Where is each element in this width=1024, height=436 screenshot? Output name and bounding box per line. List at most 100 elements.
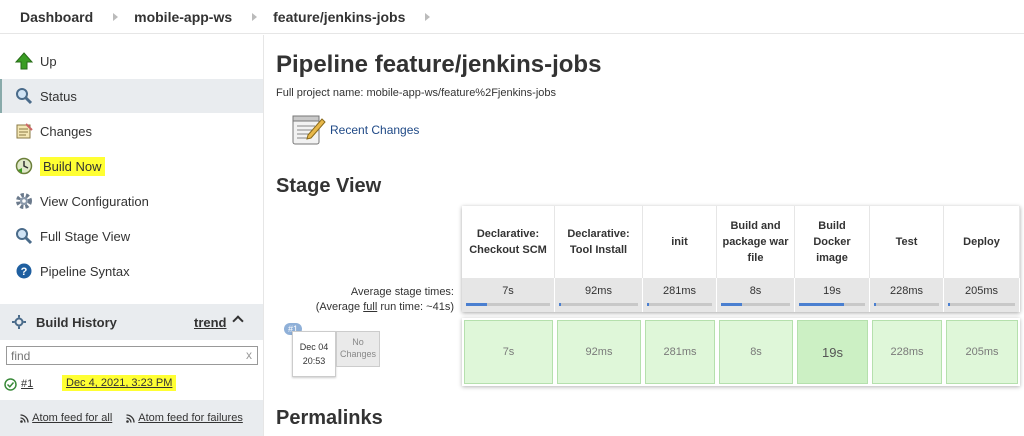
task-view-configuration[interactable]: View Configuration bbox=[0, 184, 263, 218]
build-find-input[interactable] bbox=[7, 347, 237, 364]
stage-average: 205ms bbox=[944, 278, 1020, 312]
notepad-icon bbox=[290, 113, 326, 147]
task-pipeline-syntax[interactable]: ? Pipeline Syntax bbox=[0, 254, 263, 288]
build-find-field[interactable]: x bbox=[6, 346, 258, 365]
build-number-link[interactable]: #1 bbox=[21, 378, 33, 390]
task-changes[interactable]: Changes bbox=[0, 114, 263, 148]
trend-link[interactable]: trend bbox=[194, 315, 227, 330]
avg-progress-bar bbox=[721, 303, 790, 306]
task-up[interactable]: Up bbox=[0, 44, 263, 78]
clear-find-icon[interactable]: x bbox=[246, 348, 252, 362]
stage-header: Declarative: Tool Install bbox=[555, 206, 643, 278]
task-label: View Configuration bbox=[40, 193, 149, 209]
stage-header: Deploy bbox=[944, 206, 1020, 278]
stage-view-table: Declarative: Checkout SCM Declarative: T… bbox=[276, 206, 1020, 386]
stage-header: init bbox=[643, 206, 717, 278]
build-clock-icon bbox=[14, 156, 34, 176]
build-history-header: Build History trend bbox=[0, 304, 263, 340]
stage-run-cell[interactable]: 281ms bbox=[645, 320, 715, 384]
notepad-icon bbox=[14, 121, 34, 141]
avg-progress-bar bbox=[647, 303, 712, 306]
recent-changes-link[interactable]: Recent Changes bbox=[290, 113, 419, 147]
avg-bar-fill bbox=[647, 303, 649, 306]
stage-average: 228ms bbox=[870, 278, 944, 312]
breadcrumb-separator-icon[interactable] bbox=[252, 12, 258, 21]
avg-progress-bar bbox=[559, 303, 638, 306]
avg-bar-fill bbox=[721, 303, 742, 306]
stage-run-cell[interactable]: 228ms bbox=[872, 320, 942, 384]
run-date: Dec 04 bbox=[299, 342, 329, 352]
avg-time: 8s bbox=[749, 285, 762, 297]
avg-progress-bar bbox=[466, 303, 550, 306]
atom-feeds-bar: Atom feed for all Atom feed for failures bbox=[0, 400, 263, 436]
stage-average: 8s bbox=[717, 278, 795, 312]
stage-run-cell[interactable]: 205ms bbox=[946, 320, 1018, 384]
page-title: Pipeline feature/jenkins-jobs bbox=[276, 51, 602, 78]
atom-feed-failures[interactable]: Atom feed for failures bbox=[126, 412, 243, 424]
stage-average: 19s bbox=[795, 278, 870, 312]
build-run-info[interactable]: #1 Dec 04 20:53 No Changes bbox=[276, 314, 462, 384]
collapse-chevron-icon[interactable] bbox=[232, 315, 244, 327]
stage-run-cell[interactable]: 7s bbox=[464, 320, 553, 384]
task-build-now[interactable]: Build Now bbox=[0, 149, 263, 183]
sidebar: Up Status Changes Build Now View Configu… bbox=[0, 35, 264, 436]
task-label: Status bbox=[40, 88, 77, 104]
build-date-link[interactable]: Dec 4, 2021, 3:23 PM bbox=[62, 375, 177, 391]
avg-progress-bar bbox=[799, 303, 865, 306]
task-label: Up bbox=[40, 53, 57, 69]
stage-header: Declarative: Checkout SCM bbox=[462, 206, 555, 278]
avg-progress-bar bbox=[874, 303, 939, 306]
task-label: Full Stage View bbox=[40, 228, 131, 244]
gear-icon bbox=[14, 191, 34, 211]
atom-feed-failures-label: Atom feed for failures bbox=[138, 412, 243, 424]
build-history-icon bbox=[12, 315, 26, 329]
avg-bar-fill bbox=[874, 303, 876, 306]
build-row[interactable]: #1 Dec 4, 2021, 3:23 PM bbox=[0, 372, 263, 396]
stage-average: 92ms bbox=[555, 278, 643, 312]
rss-icon bbox=[20, 413, 29, 423]
stage-header: Build Docker image bbox=[795, 206, 870, 278]
stage-header: Build and package war file bbox=[717, 206, 795, 278]
avg-label-full-link[interactable]: full bbox=[363, 301, 377, 313]
magnifier-icon bbox=[14, 86, 34, 106]
breadcrumb-separator-icon[interactable] bbox=[425, 12, 431, 21]
stage-view-heading: Stage View bbox=[276, 175, 382, 197]
breadcrumb: Dashboard mobile-app-ws feature/jenkins-… bbox=[0, 0, 1024, 34]
avg-label-line1: Average stage times: bbox=[350, 286, 454, 298]
stage-header: Test bbox=[870, 206, 944, 278]
avg-label-pre: (Average bbox=[315, 301, 364, 313]
run-changes-box[interactable]: No Changes bbox=[336, 331, 380, 367]
permalinks-heading: Permalinks bbox=[276, 407, 383, 429]
breadcrumb-feature-jenkins-jobs[interactable]: feature/jenkins-jobs bbox=[273, 9, 405, 25]
avg-bar-fill bbox=[559, 303, 561, 306]
atom-feed-all[interactable]: Atom feed for all bbox=[20, 412, 112, 424]
task-full-stage-view[interactable]: Full Stage View bbox=[0, 219, 263, 253]
average-stage-times-label: Average stage times: (Average full run t… bbox=[276, 285, 460, 315]
stage-run-cell[interactable]: 19s bbox=[797, 320, 868, 384]
avg-time: 205ms bbox=[964, 285, 999, 297]
avg-bar-fill bbox=[799, 303, 844, 306]
stage-run-cell[interactable]: 92ms bbox=[557, 320, 641, 384]
task-label: Changes bbox=[40, 123, 93, 139]
svg-text:?: ? bbox=[21, 266, 28, 278]
avg-time: 92ms bbox=[585, 285, 612, 297]
full-project-name: Full project name: mobile-app-ws/feature… bbox=[276, 87, 557, 99]
avg-bar-fill bbox=[466, 303, 487, 306]
stage-run-cell[interactable]: 8s bbox=[719, 320, 793, 384]
breadcrumb-dashboard[interactable]: Dashboard bbox=[20, 9, 93, 25]
main-content: Pipeline feature/jenkins-jobs Full proje… bbox=[276, 35, 1024, 436]
avg-bar-fill bbox=[948, 303, 950, 306]
avg-time: 228ms bbox=[889, 285, 924, 297]
avg-time: 19s bbox=[823, 285, 841, 297]
breadcrumb-mobile-app-ws[interactable]: mobile-app-ws bbox=[134, 9, 232, 25]
run-date-box: Dec 04 20:53 bbox=[292, 331, 336, 377]
build-history-title: Build History bbox=[36, 314, 117, 330]
rss-icon bbox=[126, 413, 135, 423]
run-time: 20:53 bbox=[302, 356, 326, 366]
help-icon: ? bbox=[14, 261, 34, 281]
task-label: Pipeline Syntax bbox=[40, 263, 130, 279]
task-status[interactable]: Status bbox=[0, 79, 263, 113]
avg-time: 281ms bbox=[662, 285, 697, 297]
breadcrumb-separator-icon[interactable] bbox=[113, 12, 119, 21]
avg-progress-bar bbox=[948, 303, 1015, 306]
